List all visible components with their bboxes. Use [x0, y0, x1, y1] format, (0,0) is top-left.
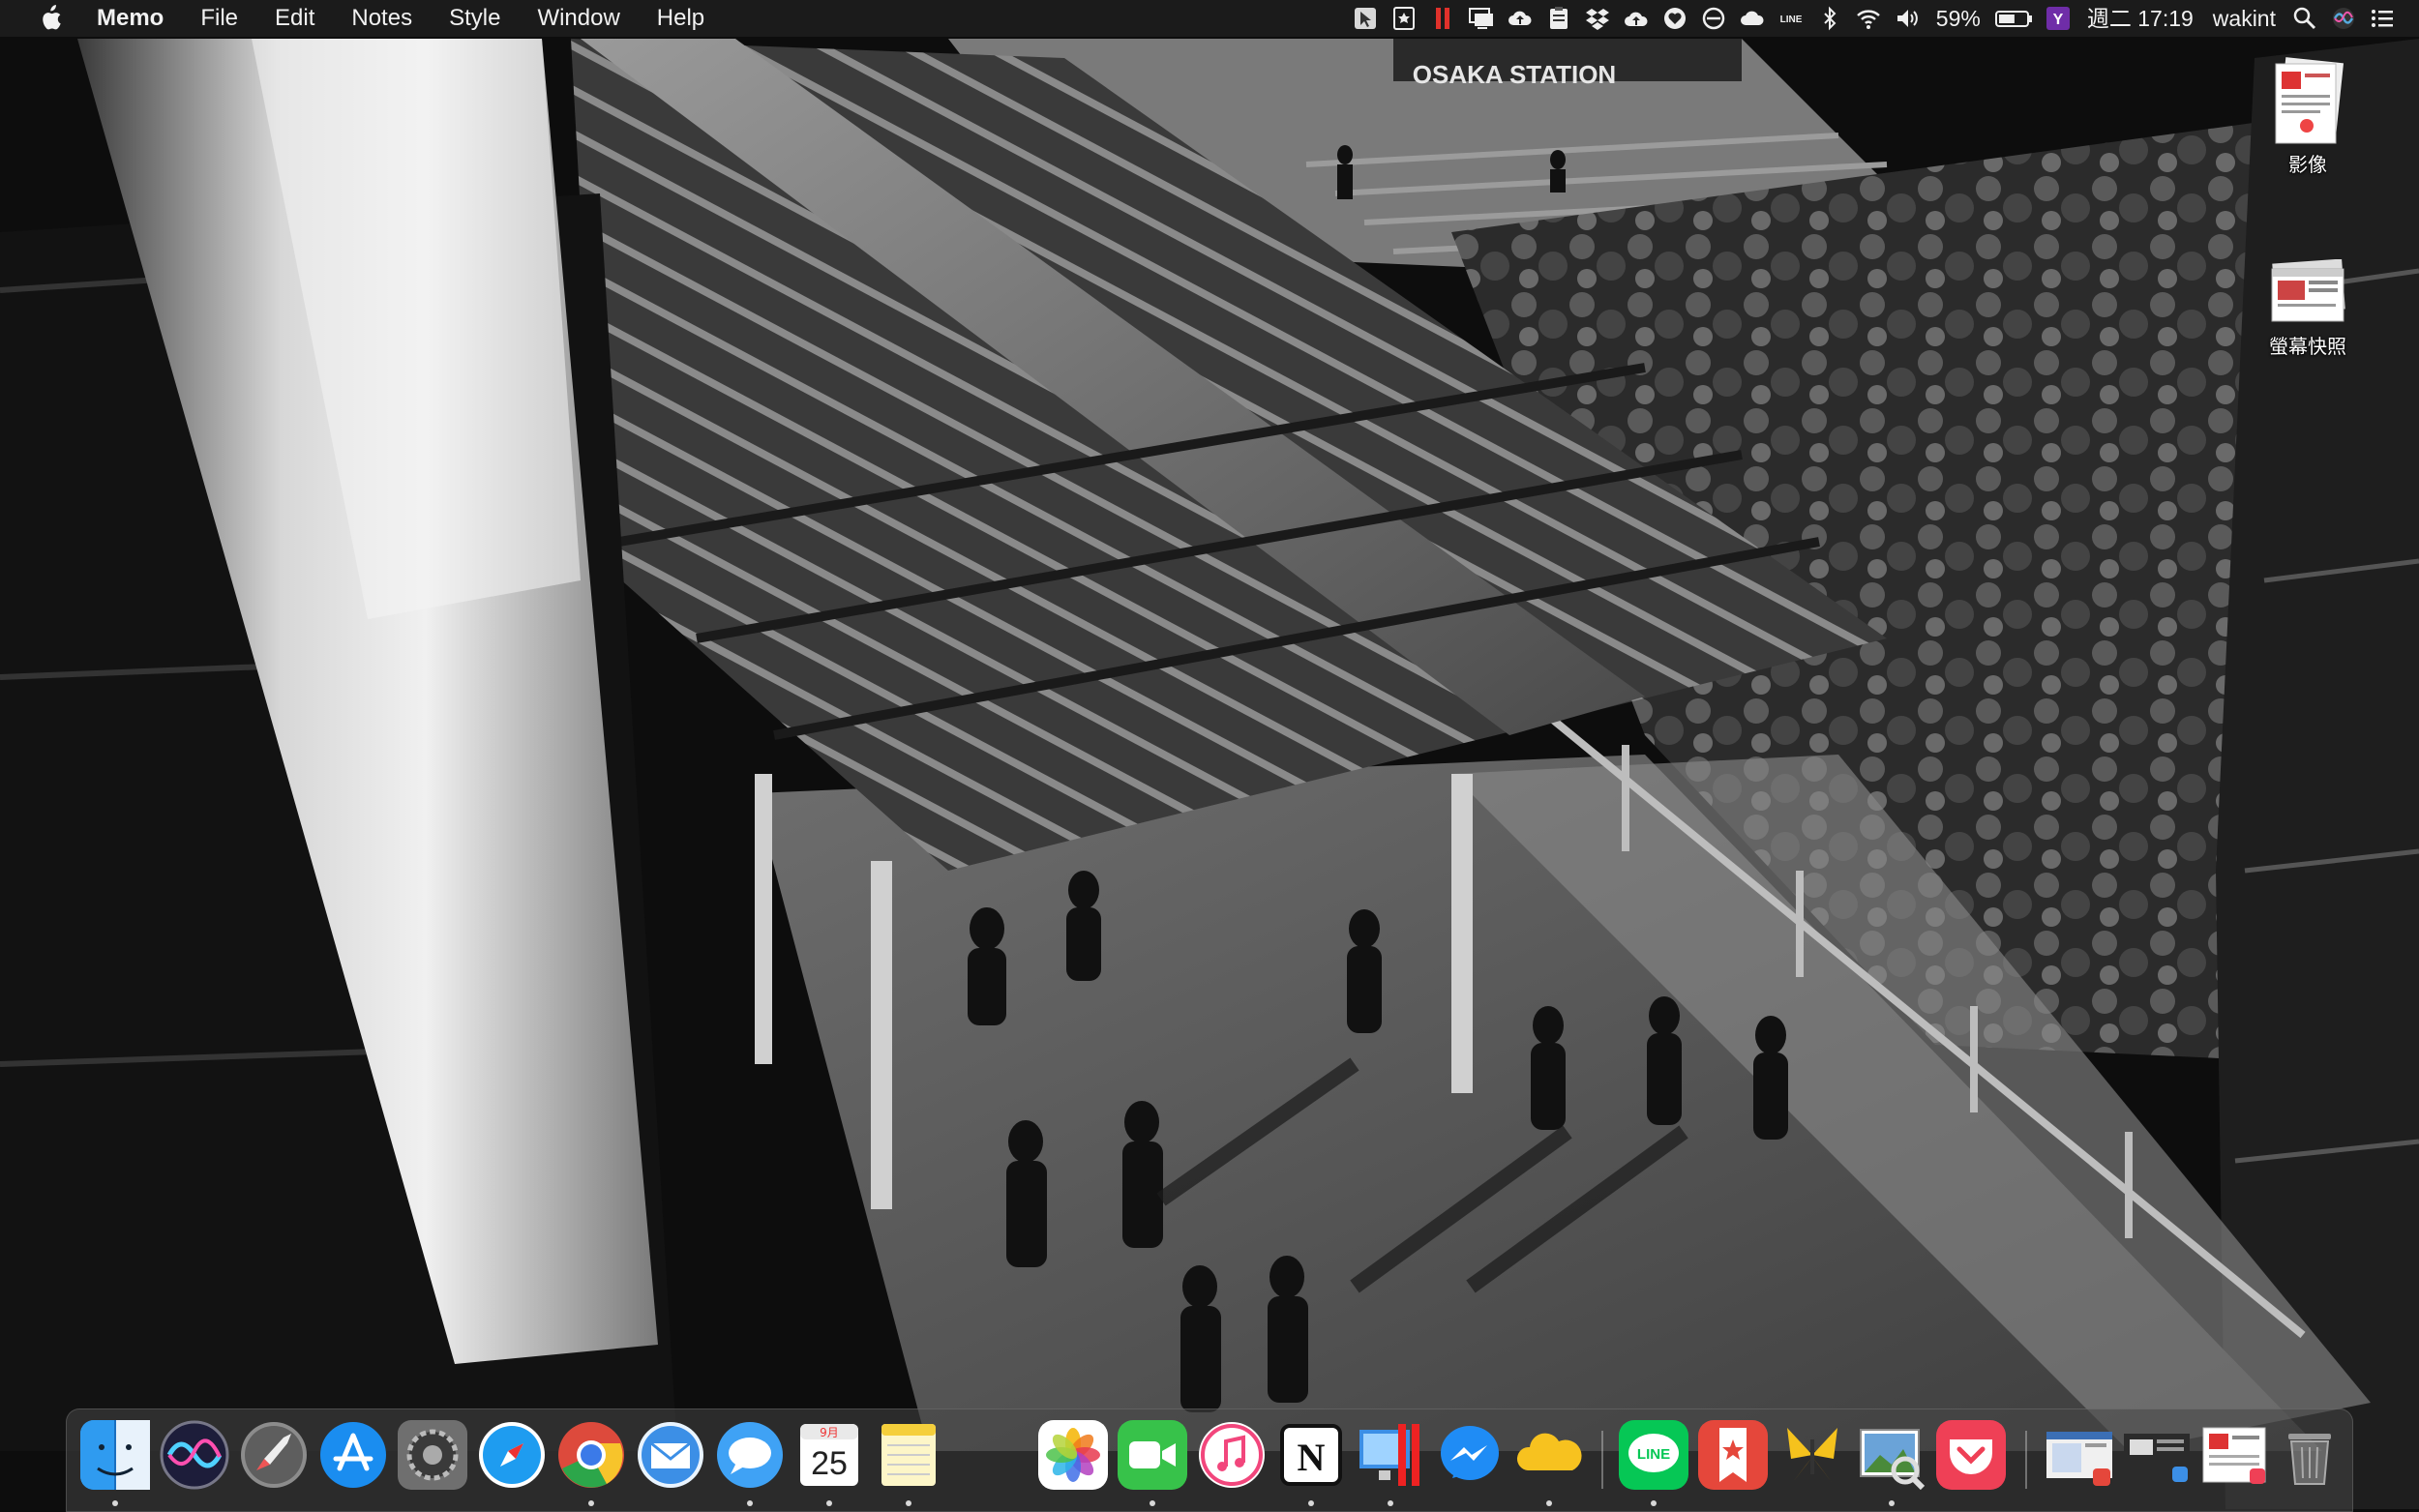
preview-icon[interactable]: [1857, 1420, 1926, 1490]
running-indicator: [1651, 1500, 1657, 1506]
bluetooth-icon[interactable]: [1810, 0, 1849, 37]
menu-help[interactable]: Help: [639, 0, 723, 37]
svg-text:Y: Y: [2053, 12, 2064, 28]
line-icon[interactable]: LINE: [1772, 0, 1810, 37]
notes-icon[interactable]: [874, 1420, 943, 1490]
desktop-icon-images[interactable]: 影像: [2245, 56, 2371, 177]
menu-app-name[interactable]: Memo: [72, 0, 182, 37]
control-list-icon[interactable]: [2363, 0, 2402, 37]
desktop-icon-screenshots[interactable]: 螢幕快照: [2245, 258, 2371, 359]
desktop-icon-label: 螢幕快照: [2269, 337, 2346, 358]
bookmark-icon[interactable]: [1385, 0, 1423, 37]
cloud-sync-icon[interactable]: [1617, 0, 1656, 37]
menu-edit[interactable]: Edit: [256, 0, 333, 37]
menu-notes[interactable]: Notes: [333, 0, 431, 37]
station-sign: OSAKA STATION: [1413, 60, 1616, 89]
safari-icon[interactable]: [477, 1420, 547, 1490]
running-indicator: [1308, 1500, 1314, 1506]
wifi-icon[interactable]: [1849, 0, 1888, 37]
pause-icon[interactable]: [1423, 0, 1462, 37]
svg-text:LINE: LINE: [1637, 1446, 1670, 1463]
dock: 9月 25 N LINE: [66, 1408, 2353, 1512]
clipboard-icon[interactable]: [1539, 0, 1578, 37]
line-app-icon[interactable]: LINE: [1619, 1420, 1688, 1490]
trash-icon[interactable]: [2275, 1420, 2344, 1490]
facetime-icon[interactable]: [1118, 1420, 1187, 1490]
volume-icon[interactable]: [1888, 0, 1926, 37]
running-indicator: [1150, 1500, 1155, 1506]
screen-sharing-icon[interactable]: [1356, 1420, 1425, 1490]
itunes-icon[interactable]: [1197, 1420, 1267, 1490]
desktop: OSAKA STATION Memo File Edit Notes Style…: [0, 0, 2419, 1512]
wallpaper-image: OSAKA STATION: [0, 0, 2419, 1512]
menu-clock[interactable]: 週二 17:19: [2077, 0, 2203, 37]
yahoo-icon[interactable]: Y: [2039, 0, 2077, 37]
minimized-window-2[interactable]: [2122, 1420, 2192, 1490]
dropbox-icon[interactable]: [1578, 0, 1617, 37]
cloud-upload-icon[interactable]: [1501, 0, 1539, 37]
minimized-window-1[interactable]: [2045, 1420, 2114, 1490]
running-indicator: [826, 1500, 832, 1506]
running-indicator: [1388, 1500, 1393, 1506]
spotlight-icon[interactable]: [2285, 0, 2324, 37]
minimized-window-3[interactable]: [2199, 1420, 2269, 1490]
menu-style[interactable]: Style: [431, 0, 519, 37]
dock-separator: [2025, 1431, 2027, 1489]
calendar-icon[interactable]: 9月 25: [794, 1420, 864, 1490]
battery-percent[interactable]: 59%: [1926, 0, 1990, 37]
messages-icon[interactable]: [715, 1420, 785, 1490]
menu-bar: Memo File Edit Notes Style Window Help L…: [0, 0, 2419, 37]
desktop-icon-label: 影像: [2288, 155, 2327, 176]
wunderlist-icon[interactable]: [1698, 1420, 1768, 1490]
icloud-icon[interactable]: [1733, 0, 1772, 37]
photos-icon[interactable]: [1038, 1420, 1108, 1490]
app-store-icon[interactable]: [318, 1420, 388, 1490]
calendar-day: 25: [811, 1445, 848, 1482]
svg-text:N: N: [1298, 1436, 1326, 1479]
running-indicator: [1889, 1500, 1895, 1506]
system-preferences-icon[interactable]: [398, 1420, 467, 1490]
notion-icon[interactable]: N: [1276, 1420, 1346, 1490]
menu-user[interactable]: wakint: [2203, 0, 2285, 37]
running-indicator: [747, 1500, 753, 1506]
messenger-icon[interactable]: [1435, 1420, 1505, 1490]
finder-icon[interactable]: [80, 1420, 150, 1490]
chrome-icon[interactable]: [556, 1420, 626, 1490]
battery-fill: [1998, 15, 2015, 23]
calendar-month: 9月: [820, 1426, 839, 1439]
document-stack-icon: [2268, 56, 2347, 145]
running-indicator: [588, 1500, 594, 1506]
launchpad-icon[interactable]: [239, 1420, 309, 1490]
mail-icon[interactable]: [636, 1420, 705, 1490]
screenshot-stack-icon: [2268, 258, 2347, 327]
heart-icon[interactable]: [1656, 0, 1694, 37]
pocket-icon[interactable]: [1936, 1420, 2006, 1490]
apple-logo-icon[interactable]: [29, 5, 72, 32]
menu-file[interactable]: File: [182, 0, 256, 37]
running-indicator: [112, 1500, 118, 1506]
battery-icon[interactable]: [1990, 0, 2039, 37]
running-indicator: [906, 1500, 911, 1506]
cloud-drive-icon[interactable]: [1514, 1420, 1584, 1490]
circle-icon[interactable]: [1694, 0, 1733, 37]
dock-separator: [1601, 1431, 1603, 1489]
siri-icon[interactable]: [2324, 0, 2363, 37]
siri-app-icon[interactable]: [160, 1420, 229, 1490]
display-icon[interactable]: [1462, 0, 1501, 37]
svg-text:LINE: LINE: [1779, 15, 1802, 25]
running-indicator: [1546, 1500, 1552, 1506]
butterfly-app-icon[interactable]: [1777, 1420, 1847, 1490]
menu-window[interactable]: Window: [519, 0, 638, 37]
cursor-icon[interactable]: [1346, 0, 1385, 37]
